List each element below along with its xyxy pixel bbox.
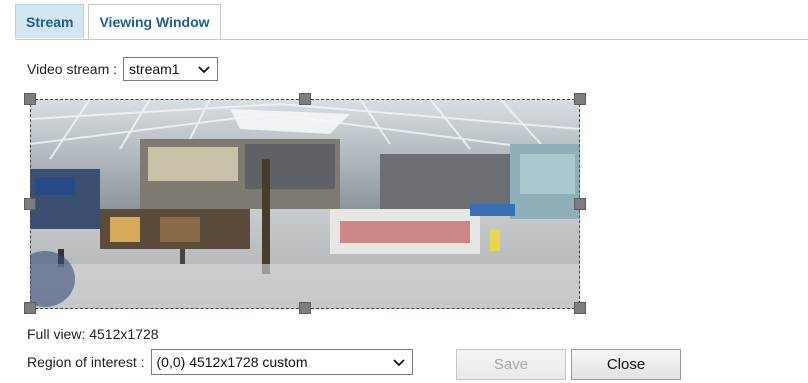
chevron-down-icon <box>198 66 210 74</box>
resize-handle-bottom-left[interactable] <box>24 302 36 314</box>
save-button[interactable]: Save <box>456 349 566 380</box>
region-of-interest-value: (0,0) 4512x1728 custom <box>156 354 308 370</box>
resize-handle-bottom-right[interactable] <box>574 302 586 314</box>
tab-bar: Stream Viewing Window <box>15 4 221 40</box>
region-of-interest-label: Region of interest : <box>27 354 145 370</box>
close-button[interactable]: Close <box>571 349 681 380</box>
resize-handle-top-right[interactable] <box>574 93 586 105</box>
video-stream-row: Video stream : stream1 <box>27 57 219 81</box>
video-stream-select[interactable]: stream1 <box>123 57 219 81</box>
resize-handle-top-left[interactable] <box>24 93 36 105</box>
tab-stream[interactable]: Stream <box>15 4 85 38</box>
region-of-interest-row: Region of interest : (0,0) 4512x1728 cus… <box>27 349 413 375</box>
resize-handle-middle-right[interactable] <box>574 198 586 210</box>
resize-handle-middle-left[interactable] <box>24 198 36 210</box>
full-view-text: Full view: 4512x1728 <box>27 326 159 342</box>
resize-handle-bottom-center[interactable] <box>299 302 311 314</box>
tab-divider <box>15 39 808 40</box>
chevron-down-icon <box>392 359 405 367</box>
region-of-interest-select[interactable]: (0,0) 4512x1728 custom <box>150 349 413 375</box>
resize-handle-top-center[interactable] <box>299 93 311 105</box>
video-stream-label: Video stream : <box>27 61 118 77</box>
video-stream-value: stream1 <box>129 61 180 77</box>
region-of-interest-box[interactable] <box>30 99 580 309</box>
tab-viewing-window[interactable]: Viewing Window <box>88 4 221 40</box>
